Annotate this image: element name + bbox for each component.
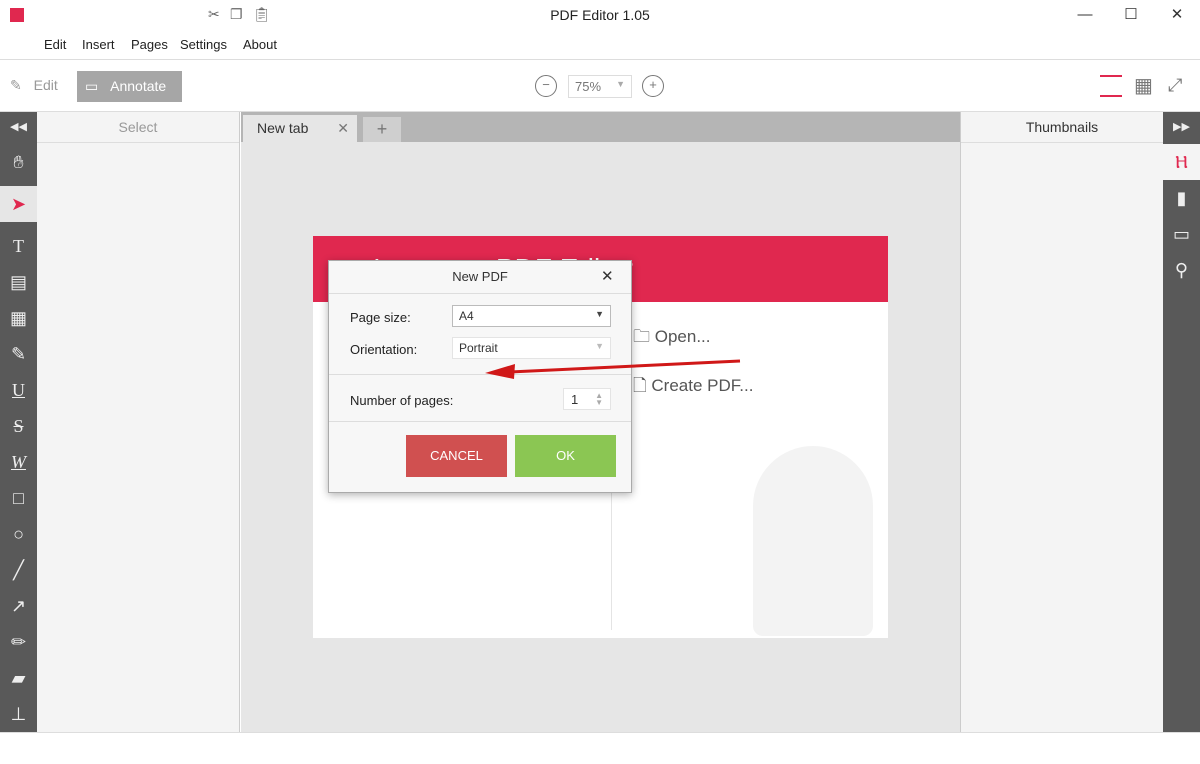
red-arrow-annotation [485,359,741,379]
squiggly-icon[interactable]: W [0,444,37,480]
dialog-close-button[interactable]: ✕ [601,267,614,285]
tab-bar: New tab ✕ + [241,112,960,142]
right-sidebar: ▶▶ Ⲏ ▮ ▭ ⚲ [1163,112,1200,732]
divider [329,421,631,422]
select-arrow-icon[interactable]: ➤ [0,186,37,222]
page-size-select[interactable]: A4 ▼ [452,305,611,327]
pages-label: Number of pages: [350,393,454,408]
zoom-select[interactable]: 75% ▼ [568,75,632,98]
zoom-out-button[interactable]: − [535,75,557,97]
stamp-icon[interactable]: ⊥ [0,696,37,732]
bookmark-icon[interactable]: ▮ [1163,180,1200,216]
tools-sidebar: ◀◀ ✋︎ ➤ T ▤ ▦ ✎ U S W □ ○ ╱ ↗ ✏︎ ▰ ⊥ [0,112,37,732]
menu-settings[interactable]: Settings [180,37,227,52]
cancel-button[interactable]: CANCEL [406,435,507,477]
pencil-icon: ✎ [10,77,22,93]
strikethrough-icon[interactable]: S [0,408,37,444]
window-title: PDF Editor 1.05 [550,7,650,23]
menu-pages[interactable]: Pages [131,37,168,52]
dialog-title: New PDF [329,261,631,294]
maximize-button[interactable]: ☐ [1116,4,1146,26]
thumbnails-icon[interactable]: Ⲏ [1163,144,1200,180]
single-page-view-icon[interactable] [1100,75,1122,97]
title-bar: ✂ ❐ 📋︎ PDF Editor 1.05 — ☐ ✕ [0,0,1200,30]
note-icon[interactable]: ▤ [0,264,37,300]
textbox-icon[interactable]: ▦ [0,300,37,336]
zoom-in-button[interactable]: + [642,75,664,97]
comment-icon: ▭ [85,78,99,94]
menu-edit[interactable]: Edit [44,37,66,52]
page-size-label: Page size: [350,310,411,325]
text-icon[interactable]: T [0,228,37,264]
pen-icon[interactable]: ✏︎ [0,624,37,660]
tab-new-tab[interactable]: New tab ✕ [243,115,357,142]
status-bar [0,732,1200,764]
ellipse-icon[interactable]: ○ [0,516,37,552]
comments-icon[interactable]: ▭ [1163,216,1200,252]
ok-button[interactable]: OK [515,435,616,477]
collapse-left-icon[interactable]: ◀◀ [0,112,37,143]
toolbar: ✎ Edit ▭ Annotate − 75% ▼ + ▦ ⤢ [0,61,1200,112]
rectangle-icon[interactable]: □ [0,480,37,516]
folder-icon: 🗀︎ [633,327,650,346]
line-icon[interactable]: ╱ [0,552,37,588]
arrow-icon[interactable]: ↗ [0,588,37,624]
right-panel: Thumbnails [960,112,1163,732]
search-icon[interactable]: ⚲ [1163,252,1200,288]
new-tab-button[interactable]: + [363,117,401,142]
menu-about[interactable]: About [243,37,277,52]
close-tab-icon[interactable]: ✕ [337,120,349,137]
edit-button[interactable]: ✎ Edit [10,77,58,94]
minimize-button[interactable]: — [1070,4,1100,26]
fullscreen-icon[interactable]: ⤢ [1168,75,1182,96]
highlight-icon[interactable]: ✎ [0,336,37,372]
menu-insert[interactable]: Insert [82,37,115,52]
grid-view-icon[interactable]: ▦ [1134,75,1153,97]
hand-icon[interactable]: ✋︎ [0,144,37,180]
panel-title: Select [37,112,239,143]
underline-icon[interactable]: U [0,372,37,408]
collapse-right-icon[interactable]: ▶▶ [1163,112,1200,143]
open-link[interactable]: 🗀︎ Open... [633,324,711,353]
left-panel: Select [37,112,240,732]
annotate-button[interactable]: ▭ Annotate [77,71,182,102]
eraser-icon[interactable]: ▰ [0,660,37,696]
icecream-icon [753,446,873,636]
panel-title: Thumbnails [961,112,1163,143]
orientation-label: Orientation: [350,342,418,357]
pages-stepper[interactable]: 1 ▲ ▼ [563,388,611,410]
close-button[interactable]: ✕ [1162,4,1192,26]
